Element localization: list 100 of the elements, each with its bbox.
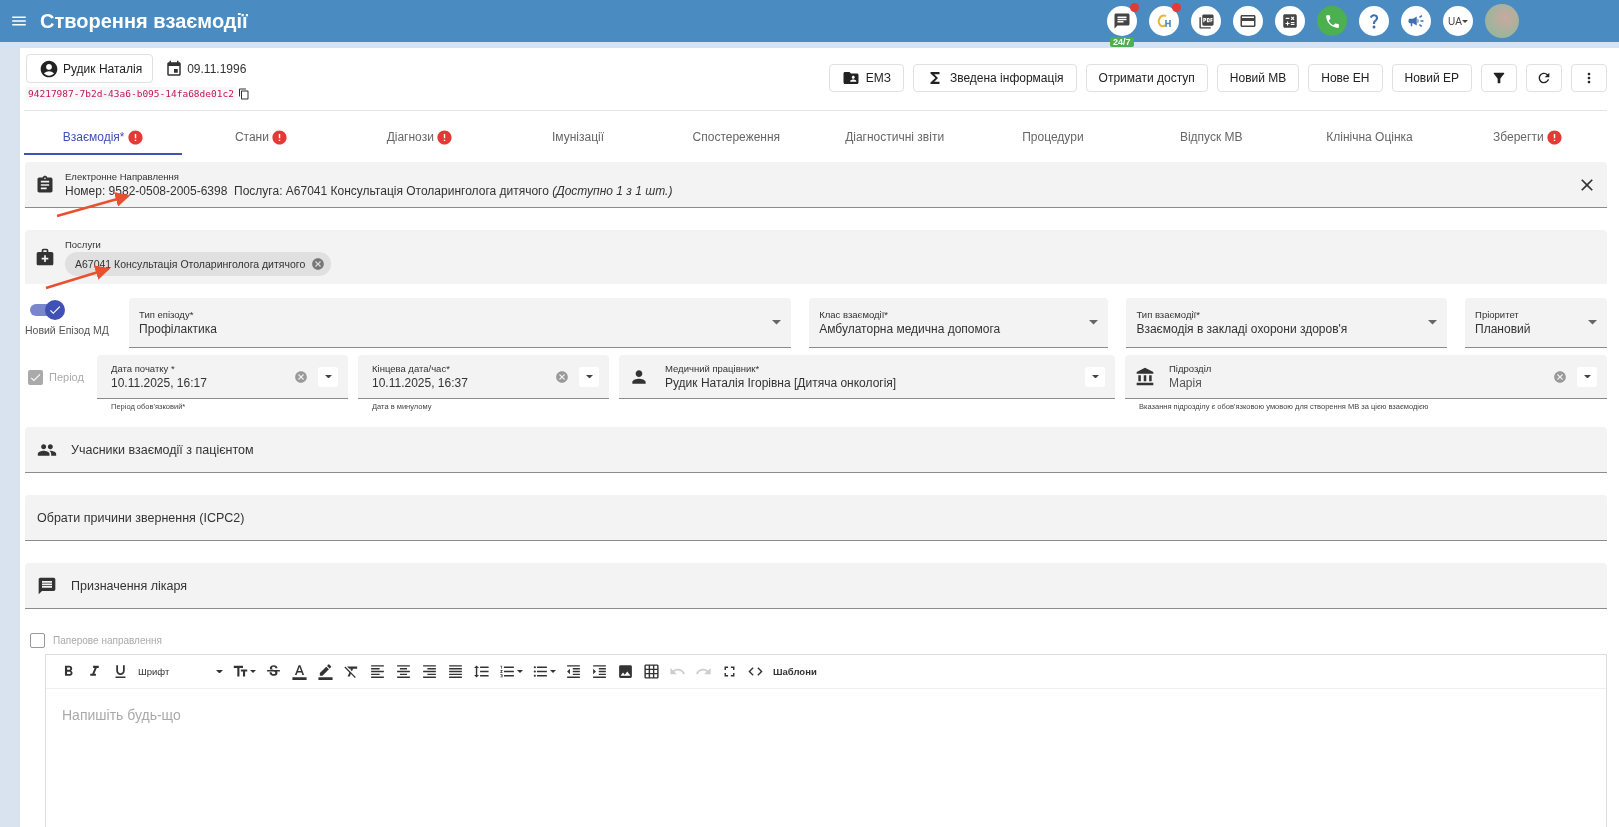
text-color-icon[interactable]: [291, 663, 308, 680]
referral-field[interactable]: Електронне Направлення Номер: 9582-0508-2005-6398 Послуга: A67041 Консультація Отоларинголога дитячого (Доступно 1 з 1 шт.): [25, 162, 1607, 208]
caret-icon: [585, 374, 593, 379]
section-label: Призначення лікаря: [71, 578, 188, 593]
card-icon: [1239, 12, 1257, 30]
align-center-icon[interactable]: [395, 663, 412, 680]
caret-icon: [772, 320, 782, 325]
section-field[interactable]: Призначення лікаря: [25, 563, 1607, 609]
error-icon: [1545, 128, 1563, 146]
birth-date: 09.11.1996: [187, 61, 247, 76]
tab[interactable]: Процедури: [973, 121, 1133, 155]
select-field[interactable]: Клас взаємодії* Амбулаторна медична допомога: [809, 298, 1109, 348]
outdent-icon[interactable]: [565, 663, 582, 680]
phone-icon: [1323, 12, 1341, 30]
text-editor[interactable]: Шрифт Шаблони Напишіть будь-що: [45, 654, 1607, 827]
chat-button[interactable]: [1107, 6, 1137, 36]
error-icon: [126, 128, 144, 146]
dropdown-button[interactable]: [1085, 366, 1105, 387]
phone-button[interactable]: [1317, 6, 1347, 36]
font-select[interactable]: Шрифт: [138, 666, 223, 677]
tab[interactable]: Зберегти: [1448, 121, 1607, 155]
align-justify-icon[interactable]: [447, 663, 464, 680]
calculator-button[interactable]: [1275, 6, 1305, 36]
select-field[interactable]: Пріоритет Плановий: [1465, 298, 1607, 348]
bulleted-list-button[interactable]: [532, 663, 556, 680]
select-field[interactable]: Тип епізоду* Профілактика: [129, 298, 792, 348]
tab[interactable]: Діагностичні звіти: [815, 121, 974, 155]
caret-icon: [250, 670, 256, 673]
field-label: Послуги: [65, 238, 102, 250]
caret-icon: [550, 670, 556, 673]
patient-button[interactable]: Рудик Наталія: [26, 54, 154, 83]
copy-icon[interactable]: [237, 87, 250, 100]
templates-button[interactable]: Шаблони: [773, 666, 817, 677]
dropdown-button[interactable]: [318, 366, 338, 387]
card-button[interactable]: [1233, 6, 1263, 36]
clear-icon[interactable]: [294, 369, 308, 384]
image-icon[interactable]: [617, 663, 634, 680]
highlighter-icon[interactable]: [317, 663, 334, 680]
clipboard-icon: [35, 174, 55, 195]
date-field[interactable]: Кінцева дата/час* 10.11.2025, 16:37: [358, 355, 609, 399]
support-badge: 24/7: [1110, 37, 1134, 47]
language-button[interactable]: UA: [1443, 6, 1473, 36]
table-icon[interactable]: [643, 663, 660, 680]
caret-icon: [1089, 320, 1099, 325]
field-value: Номер: 9582-0508-2005-6398 Послуга: A67041 Консультація Отоларинголога дитячого (Доступно 1 з 1 шт.): [65, 184, 674, 198]
select-field[interactable]: Тип взаємодії* Взаємодія в закладі охорони здоров'я: [1126, 298, 1448, 348]
calendar-icon: [165, 59, 184, 78]
checkbox-label: Паперове направлення: [53, 635, 162, 646]
chat-icon: [1113, 12, 1131, 30]
align-right-icon[interactable]: [421, 663, 438, 680]
caret-icon: [324, 374, 332, 379]
tab[interactable]: Взаємодія*: [24, 121, 183, 155]
field-label: Електронне Направлення: [65, 171, 180, 182]
help-button[interactable]: [1359, 6, 1389, 36]
tab[interactable]: Відпуск МВ: [1132, 121, 1291, 155]
section-field[interactable]: Обрати причини звернення (ICPC2): [25, 495, 1607, 541]
section-field[interactable]: Учасники взаємодії з пацієнтом: [25, 427, 1607, 473]
tab[interactable]: Клінічна Оцінка: [1290, 121, 1449, 155]
patient-id: 94217987-7b2d-43a6-b095-14fa68de01c2: [26, 87, 236, 100]
line-spacing-icon[interactable]: [473, 663, 490, 680]
action-button[interactable]: Нове ЕН: [1308, 64, 1383, 92]
service-chip[interactable]: A67041 Консультація Отоларинголога дитячого: [65, 251, 332, 276]
action-button[interactable]: ЕМЗ: [828, 64, 904, 92]
section-label: Обрати причини звернення (ICPC2): [37, 510, 245, 525]
align-left-icon[interactable]: [369, 663, 386, 680]
tab[interactable]: Імунізації: [498, 121, 658, 155]
filter-icon: [1491, 70, 1507, 86]
ehealth-button[interactable]: [1149, 6, 1179, 36]
tab[interactable]: Спостереження: [657, 121, 816, 155]
calculator-icon: [1281, 12, 1299, 30]
switch-label: Новий Епізод МД: [25, 324, 110, 336]
action-button[interactable]: Зведена інформація: [912, 64, 1077, 92]
action-button[interactable]: Новий МВ: [1216, 64, 1300, 92]
services-field[interactable]: Послуги A67041 Консультація Отоларинголога дитячого: [25, 230, 1607, 284]
dropdown-button[interactable]: [1577, 366, 1597, 387]
filter-button[interactable]: [1481, 64, 1517, 92]
paper-referral-checkbox[interactable]: [30, 633, 45, 648]
remove-icon[interactable]: [311, 256, 326, 271]
error-icon: [270, 128, 288, 146]
refresh-button[interactable]: [1526, 64, 1562, 92]
tab[interactable]: Діагнози: [340, 121, 499, 155]
page-title: Створення взаємодії: [40, 9, 249, 33]
action-button[interactable]: Отримати доступ: [1085, 64, 1208, 92]
dropdown-button[interactable]: [579, 366, 599, 387]
folder-icon: [841, 69, 860, 87]
numbered-list-button[interactable]: [499, 663, 523, 680]
practitioner-field[interactable]: Медичний працівник* Рудик Наталія Ігорівна [Дитяча онкологія]: [619, 355, 1115, 399]
action-button[interactable]: Новий ЕР: [1391, 64, 1472, 92]
division-field[interactable]: Підрозділ Марія: [1125, 355, 1607, 399]
megaphone-button[interactable]: [1401, 6, 1431, 36]
caret-icon: [1583, 374, 1591, 379]
pdf-button[interactable]: [1191, 6, 1221, 36]
indent-icon[interactable]: [591, 663, 608, 680]
megaphone-icon: [1407, 12, 1425, 30]
notification-dot: [1130, 3, 1139, 12]
clear-icon[interactable]: [1553, 369, 1567, 384]
clear-icon[interactable]: [555, 369, 569, 384]
date-field[interactable]: Дата початку * 10.11.2025, 16:17: [97, 355, 348, 399]
editor-placeholder: Напишіть будь-що: [61, 706, 182, 725]
tab[interactable]: Стани: [182, 121, 341, 155]
